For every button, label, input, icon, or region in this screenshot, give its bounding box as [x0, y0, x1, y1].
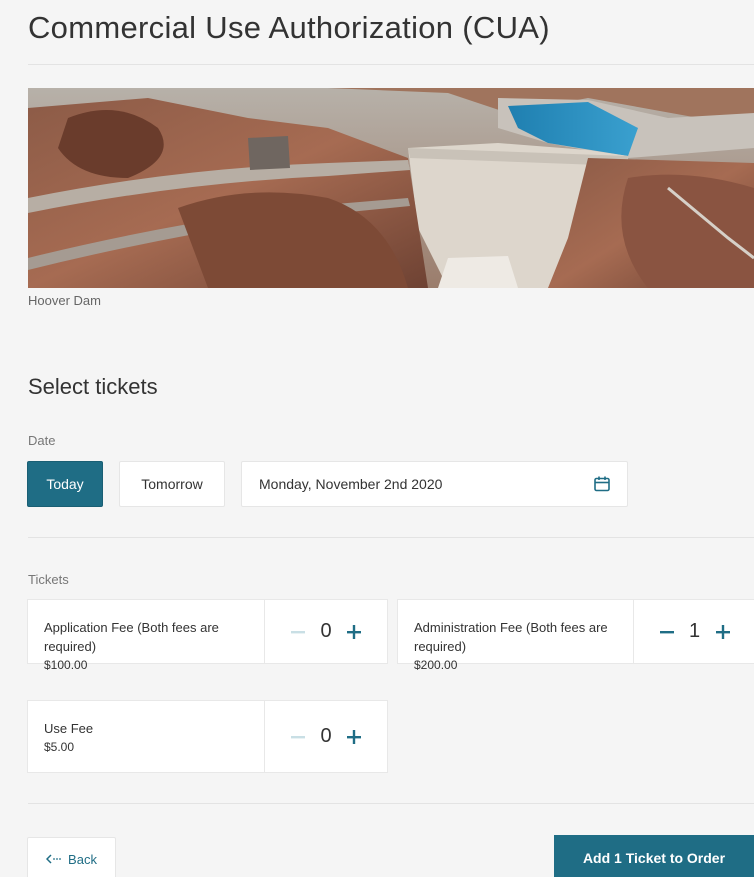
add-to-order-button[interactable]: Add 1 Ticket to Order: [554, 835, 754, 877]
ticket-price: $200.00: [414, 658, 458, 672]
decrement-button[interactable]: [652, 617, 682, 647]
calendar-icon[interactable]: [593, 475, 611, 493]
ticket-card-application-fee: Application Fee (Both fees are required)…: [27, 599, 388, 672]
tomorrow-button[interactable]: Tomorrow: [119, 461, 225, 507]
decrement-button[interactable]: [283, 722, 313, 752]
date-picker-value: Monday, November 2nd 2020: [259, 476, 443, 492]
quantity-value: 0: [320, 620, 332, 642]
date-divider: [28, 537, 754, 538]
ticket-card-use-fee: Use Fee $5.00 0: [27, 700, 388, 773]
ticket-price: $100.00: [44, 658, 88, 672]
page-title: Commercial Use Authorization (CUA): [28, 10, 550, 45]
ticket-name: Application Fee (Both fees are required): [44, 620, 219, 654]
increment-button[interactable]: [339, 722, 369, 752]
minus-icon: [291, 735, 305, 738]
minus-icon: [291, 630, 305, 633]
add-to-order-label: Add 1 Ticket to Order: [582, 850, 726, 866]
ticket-name: Use Fee: [44, 721, 94, 736]
back-arrow-icon: [46, 854, 61, 864]
quantity-stepper: 0: [265, 701, 387, 772]
ticket-info: Administration Fee (Both fees are requir…: [398, 600, 634, 672]
increment-button[interactable]: [339, 617, 369, 647]
image-caption: Hoover Dam: [28, 293, 101, 308]
tickets-label: Tickets: [28, 572, 69, 587]
ticket-info: Use Fee $5.00: [28, 701, 265, 772]
quantity-stepper: 0: [265, 600, 387, 663]
plus-icon: [347, 624, 361, 639]
date-picker-field[interactable]: Monday, November 2nd 2020: [241, 461, 628, 507]
back-button[interactable]: Back: [27, 837, 116, 877]
plus-icon: [715, 624, 730, 639]
ticket-card-administration-fee: Administration Fee (Both fees are requir…: [397, 599, 754, 672]
plus-icon: [347, 729, 361, 744]
tomorrow-button-label: Tomorrow: [141, 476, 203, 492]
quantity-stepper: 1: [634, 600, 754, 663]
decrement-button[interactable]: [283, 617, 313, 647]
ticket-price: $5.00: [44, 740, 75, 754]
ticket-info: Application Fee (Both fees are required)…: [28, 600, 265, 672]
select-tickets-heading: Select tickets: [28, 374, 158, 399]
minus-icon: [659, 630, 674, 633]
today-button[interactable]: Today: [27, 461, 103, 507]
tickets-divider: [28, 803, 754, 804]
title-divider: [28, 64, 754, 65]
quantity-value: 1: [688, 620, 701, 642]
ticket-name: Administration Fee (Both fees are requir…: [414, 620, 608, 654]
increment-button[interactable]: [708, 617, 738, 647]
today-button-label: Today: [46, 476, 84, 492]
quantity-value: 0: [320, 725, 332, 747]
hoover-dam-image: [28, 88, 754, 288]
date-label: Date: [28, 433, 56, 448]
back-button-label: Back: [68, 851, 97, 867]
